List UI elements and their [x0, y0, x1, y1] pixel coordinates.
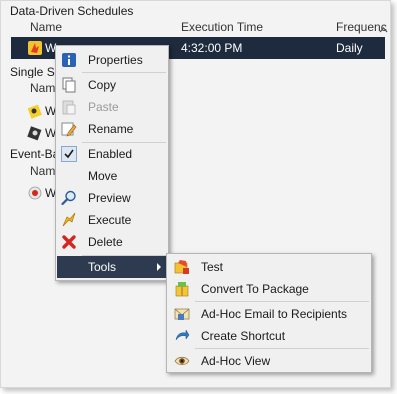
schedule-execution-time: 4:32:00 PM [181, 41, 243, 55]
single-schedule-icon [27, 104, 42, 119]
column-name[interactable]: Name [30, 20, 62, 34]
menu-item-execute[interactable]: Execute [57, 209, 167, 231]
menu-item-preview[interactable]: Preview [57, 187, 167, 209]
data-driven-column-header: Name Execution Time Frequenc [1, 17, 390, 37]
event-based-section-title: Event-Ba [10, 147, 60, 161]
info-icon [62, 53, 76, 67]
scroll-up-icon[interactable] [379, 23, 388, 37]
menu-item-move[interactable]: Move [57, 165, 167, 187]
menu-item-delete[interactable]: Delete [57, 231, 167, 253]
submenu-arrow-icon [157, 263, 161, 271]
magnifier-icon [61, 190, 76, 206]
test-icon [174, 260, 189, 274]
single-section-title: Single Sc [10, 65, 61, 79]
submenu-item-convert-to-package[interactable]: Convert To Package [168, 278, 370, 300]
check-icon [61, 146, 77, 162]
menu-item-properties[interactable]: Properties [57, 49, 167, 71]
eye-icon [174, 356, 190, 366]
menu-item-paste[interactable]: Paste [57, 96, 167, 118]
single-schedule-icon [27, 126, 42, 141]
context-menu: Properties Copy Paste Rename Enabled Mov… [55, 45, 169, 281]
menu-item-enabled[interactable]: Enabled [57, 143, 167, 165]
tools-submenu: Test Convert To Package Ad-Hoc Email to … [166, 253, 372, 373]
submenu-item-create-shortcut[interactable]: Create Shortcut [168, 325, 370, 347]
schedule-frequency: Daily [336, 41, 363, 55]
menu-item-rename[interactable]: Rename [57, 118, 167, 140]
email-icon [174, 308, 190, 320]
delete-x-icon [62, 235, 76, 249]
paste-icon [62, 100, 76, 115]
package-icon [175, 282, 189, 297]
menu-separator [195, 301, 369, 302]
menu-separator [82, 72, 166, 73]
data-driven-schedule-icon [28, 41, 42, 55]
execute-icon [62, 212, 76, 227]
submenu-item-test[interactable]: Test [168, 256, 370, 278]
event-schedule-icon [28, 186, 42, 200]
menu-item-copy[interactable]: Copy [57, 74, 167, 96]
submenu-item-adhoc-view[interactable]: Ad-Hoc View [168, 350, 370, 372]
menu-separator [195, 348, 369, 349]
shortcut-icon [175, 329, 190, 341]
rename-icon [61, 122, 77, 137]
column-execution-time[interactable]: Execution Time [181, 20, 263, 34]
data-driven-section-title: Data-Driven Schedules [10, 4, 134, 18]
submenu-item-adhoc-email[interactable]: Ad-Hoc Email to Recipients [168, 303, 370, 325]
copy-icon [62, 77, 76, 93]
menu-item-tools[interactable]: Tools [57, 256, 167, 278]
